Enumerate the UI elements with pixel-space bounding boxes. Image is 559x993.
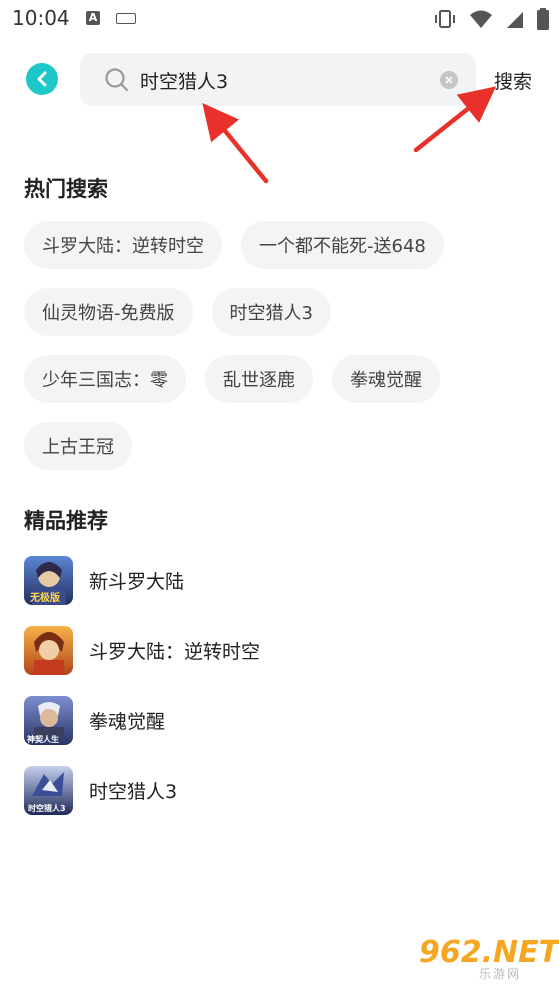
back-button[interactable]: [26, 63, 58, 95]
game-name: 新斗罗大陆: [89, 570, 185, 593]
status-bar: 10:04 A: [0, 0, 559, 38]
hot-tag[interactable]: 乱世逐鹿: [205, 355, 313, 403]
hot-tag[interactable]: 拳魂觉醒: [332, 355, 440, 403]
game-icon: 时空猎人3: [24, 765, 73, 815]
list-item[interactable]: 无极版 新斗罗大陆: [24, 555, 524, 605]
game-name: 拳魂觉醒: [89, 710, 166, 733]
list-item[interactable]: 时空猎人3 时空猎人3: [24, 765, 524, 815]
watermark-logo: 962.NET 乐游网: [419, 935, 559, 981]
keyboard-icon: [116, 13, 136, 24]
svg-text:时空猎人3: 时空猎人3: [28, 803, 66, 813]
status-indicators: [433, 8, 549, 30]
game-name: 时空猎人3: [89, 780, 178, 803]
hot-tag[interactable]: 一个都不能死-送648: [241, 221, 444, 269]
chevron-left-icon: [37, 71, 47, 87]
hot-tag[interactable]: 斗罗大陆：逆转时空: [24, 221, 222, 269]
search-icon: [105, 68, 129, 92]
game-icon: 无极版: [24, 555, 73, 605]
battery-icon: [537, 8, 549, 30]
tag-row: 少年三国志：零 乱世逐鹿 拳魂觉醒: [24, 355, 544, 403]
svg-text:神契人生: 神契人生: [27, 734, 59, 744]
recommend-list: 无极版 新斗罗大陆 斗罗大陆：逆转时空 神契人生 拳魂觉醒 时空猎人3 时空猎人…: [24, 555, 524, 835]
search-box[interactable]: [80, 53, 476, 106]
app-notification-icon: A: [86, 11, 100, 25]
game-icon: 神契人生: [24, 695, 73, 745]
game-icon: [24, 625, 73, 675]
vibrate-icon: [435, 10, 455, 28]
hot-tag[interactable]: 上古王冠: [24, 422, 132, 470]
tag-row: 上古王冠: [24, 422, 544, 470]
status-time: 10:04: [12, 6, 70, 30]
signal-icon: [507, 12, 523, 28]
clear-icon[interactable]: [440, 71, 458, 89]
hot-tag[interactable]: 时空猎人3: [211, 288, 331, 336]
game-name: 斗罗大陆：逆转时空: [89, 640, 261, 663]
list-item[interactable]: 斗罗大陆：逆转时空: [24, 625, 524, 675]
search-input[interactable]: [140, 65, 420, 95]
watermark-subtext: 乐游网: [479, 967, 522, 981]
hot-search-title: 热门搜索: [24, 177, 108, 201]
tag-row: 斗罗大陆：逆转时空 一个都不能死-送648: [24, 221, 544, 269]
close-icon: [445, 76, 453, 84]
search-button[interactable]: 搜索: [494, 67, 532, 94]
tag-row: 仙灵物语-免费版 时空猎人3: [24, 288, 544, 336]
hot-search-tags: 斗罗大陆：逆转时空 一个都不能死-送648 仙灵物语-免费版 时空猎人3 少年三…: [24, 221, 544, 489]
wifi-icon: [470, 10, 492, 28]
hot-tag[interactable]: 仙灵物语-免费版: [24, 288, 193, 336]
svg-text:无极版: 无极版: [29, 591, 60, 604]
hot-tag[interactable]: 少年三国志：零: [24, 355, 186, 403]
list-item[interactable]: 神契人生 拳魂觉醒: [24, 695, 524, 745]
recommend-title: 精品推荐: [24, 509, 108, 533]
